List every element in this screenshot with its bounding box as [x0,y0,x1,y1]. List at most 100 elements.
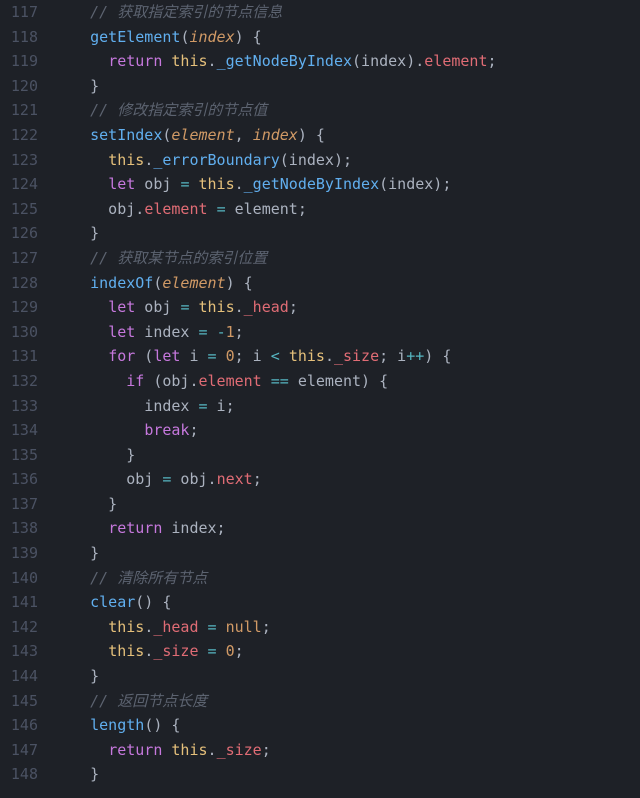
code-line[interactable]: } [54,762,497,787]
line-number: 129 [8,295,38,320]
token-plain [54,52,108,70]
code-line[interactable]: } [54,492,497,517]
code-line[interactable]: obj.element = element; [54,197,497,222]
token-let: let [108,175,135,193]
code-line[interactable]: // 获取某节点的索引位置 [54,246,497,271]
token-plain: } [54,495,117,513]
token-this: this [199,175,235,193]
token-punct: ) { [235,28,262,46]
token-plain [54,175,108,193]
token-plain [54,372,126,390]
token-punct: ) { [226,274,253,292]
token-plain [54,298,108,316]
code-line[interactable]: return this._getNodeByIndex(index).eleme… [54,49,497,74]
line-number: 124 [8,172,38,197]
token-plain: ; i [235,347,271,365]
token-punct: } [90,544,99,562]
code-line[interactable]: // 获取指定索引的节点信息 [54,0,497,25]
line-number: 146 [8,713,38,738]
code-line[interactable]: let obj = this._getNodeByIndex(index); [54,172,497,197]
token-punct: ) { [298,126,325,144]
line-number: 143 [8,639,38,664]
code-line[interactable]: this._head = null; [54,615,497,640]
code-line[interactable]: clear() { [54,590,497,615]
token-plain: ; i [379,347,406,365]
code-line[interactable]: // 返回节点长度 [54,689,497,714]
token-plain [54,126,90,144]
token-comment: // 获取某节点的索引位置 [90,249,267,267]
token-plain [54,593,90,611]
code-line[interactable]: // 清除所有节点 [54,566,497,591]
token-plain [217,642,226,660]
token-plain [54,3,90,21]
code-line[interactable]: // 修改指定索引的节点值 [54,98,497,123]
code-line[interactable]: obj = obj.next; [54,467,497,492]
line-number-gutter: 1171181191201211221231241251261271281291… [0,0,50,798]
code-line[interactable]: let obj = this._head; [54,295,497,320]
code-area[interactable]: // 获取指定索引的节点信息 getElement(index) { retur… [50,0,497,798]
token-null: null [226,618,262,636]
token-op: = [199,323,208,341]
token-prop: _size [153,642,198,660]
code-line[interactable]: this._size = 0; [54,639,497,664]
token-plain [189,175,198,193]
line-number: 131 [8,344,38,369]
token-plain [54,224,90,242]
line-number: 138 [8,516,38,541]
code-line[interactable]: return this._size; [54,738,497,763]
token-op: == [271,372,289,390]
token-plain [54,151,108,169]
line-number: 145 [8,689,38,714]
token-plain [208,323,217,341]
token-prop: next [217,470,253,488]
token-plain [54,28,90,46]
token-punct: } [90,224,99,242]
code-line[interactable]: getElement(index) { [54,25,497,50]
token-method: clear [90,593,135,611]
code-line[interactable]: index = i; [54,394,497,419]
token-plain: ( [135,347,153,365]
line-number: 148 [8,762,38,787]
token-plain [54,716,90,734]
token-op: - [217,323,226,341]
token-method: _errorBoundary [153,151,279,169]
token-this: this [289,347,325,365]
token-punct: ; [253,470,262,488]
code-line[interactable]: let index = -1; [54,320,497,345]
token-plain [208,200,217,218]
line-number: 141 [8,590,38,615]
code-line[interactable]: } [54,221,497,246]
token-prop: _size [334,347,379,365]
line-number: 127 [8,246,38,271]
code-line[interactable]: } [54,443,497,468]
code-line[interactable]: length() { [54,713,497,738]
code-line[interactable]: this._errorBoundary(index); [54,148,497,173]
token-plain [54,667,90,685]
code-line[interactable]: } [54,664,497,689]
token-param: element [162,274,225,292]
token-plain [262,372,271,390]
token-number: 0 [226,642,235,660]
code-line[interactable]: } [54,74,497,99]
token-prop: _head [153,618,198,636]
token-punct: , [235,126,253,144]
token-plain [199,618,208,636]
code-editor[interactable]: 1171181191201211221231241251261271281291… [0,0,640,798]
token-punct: } [90,667,99,685]
token-plain [54,618,108,636]
code-line[interactable]: break; [54,418,497,443]
code-line[interactable]: if (obj.element == element) { [54,369,497,394]
code-line[interactable]: for (let i = 0; i < this._size; i++) { [54,344,497,369]
code-line[interactable]: setIndex(element, index) { [54,123,497,148]
line-number: 118 [8,25,38,50]
token-this: this [199,298,235,316]
line-number: 119 [8,49,38,74]
code-line[interactable]: indexOf(element) { [54,271,497,296]
token-plain: i [180,347,207,365]
token-plain: obj. [54,200,144,218]
token-op: = [208,347,217,365]
code-line[interactable]: return index; [54,516,497,541]
code-line[interactable]: } [54,541,497,566]
token-plain: obj [135,298,180,316]
line-number: 133 [8,394,38,419]
